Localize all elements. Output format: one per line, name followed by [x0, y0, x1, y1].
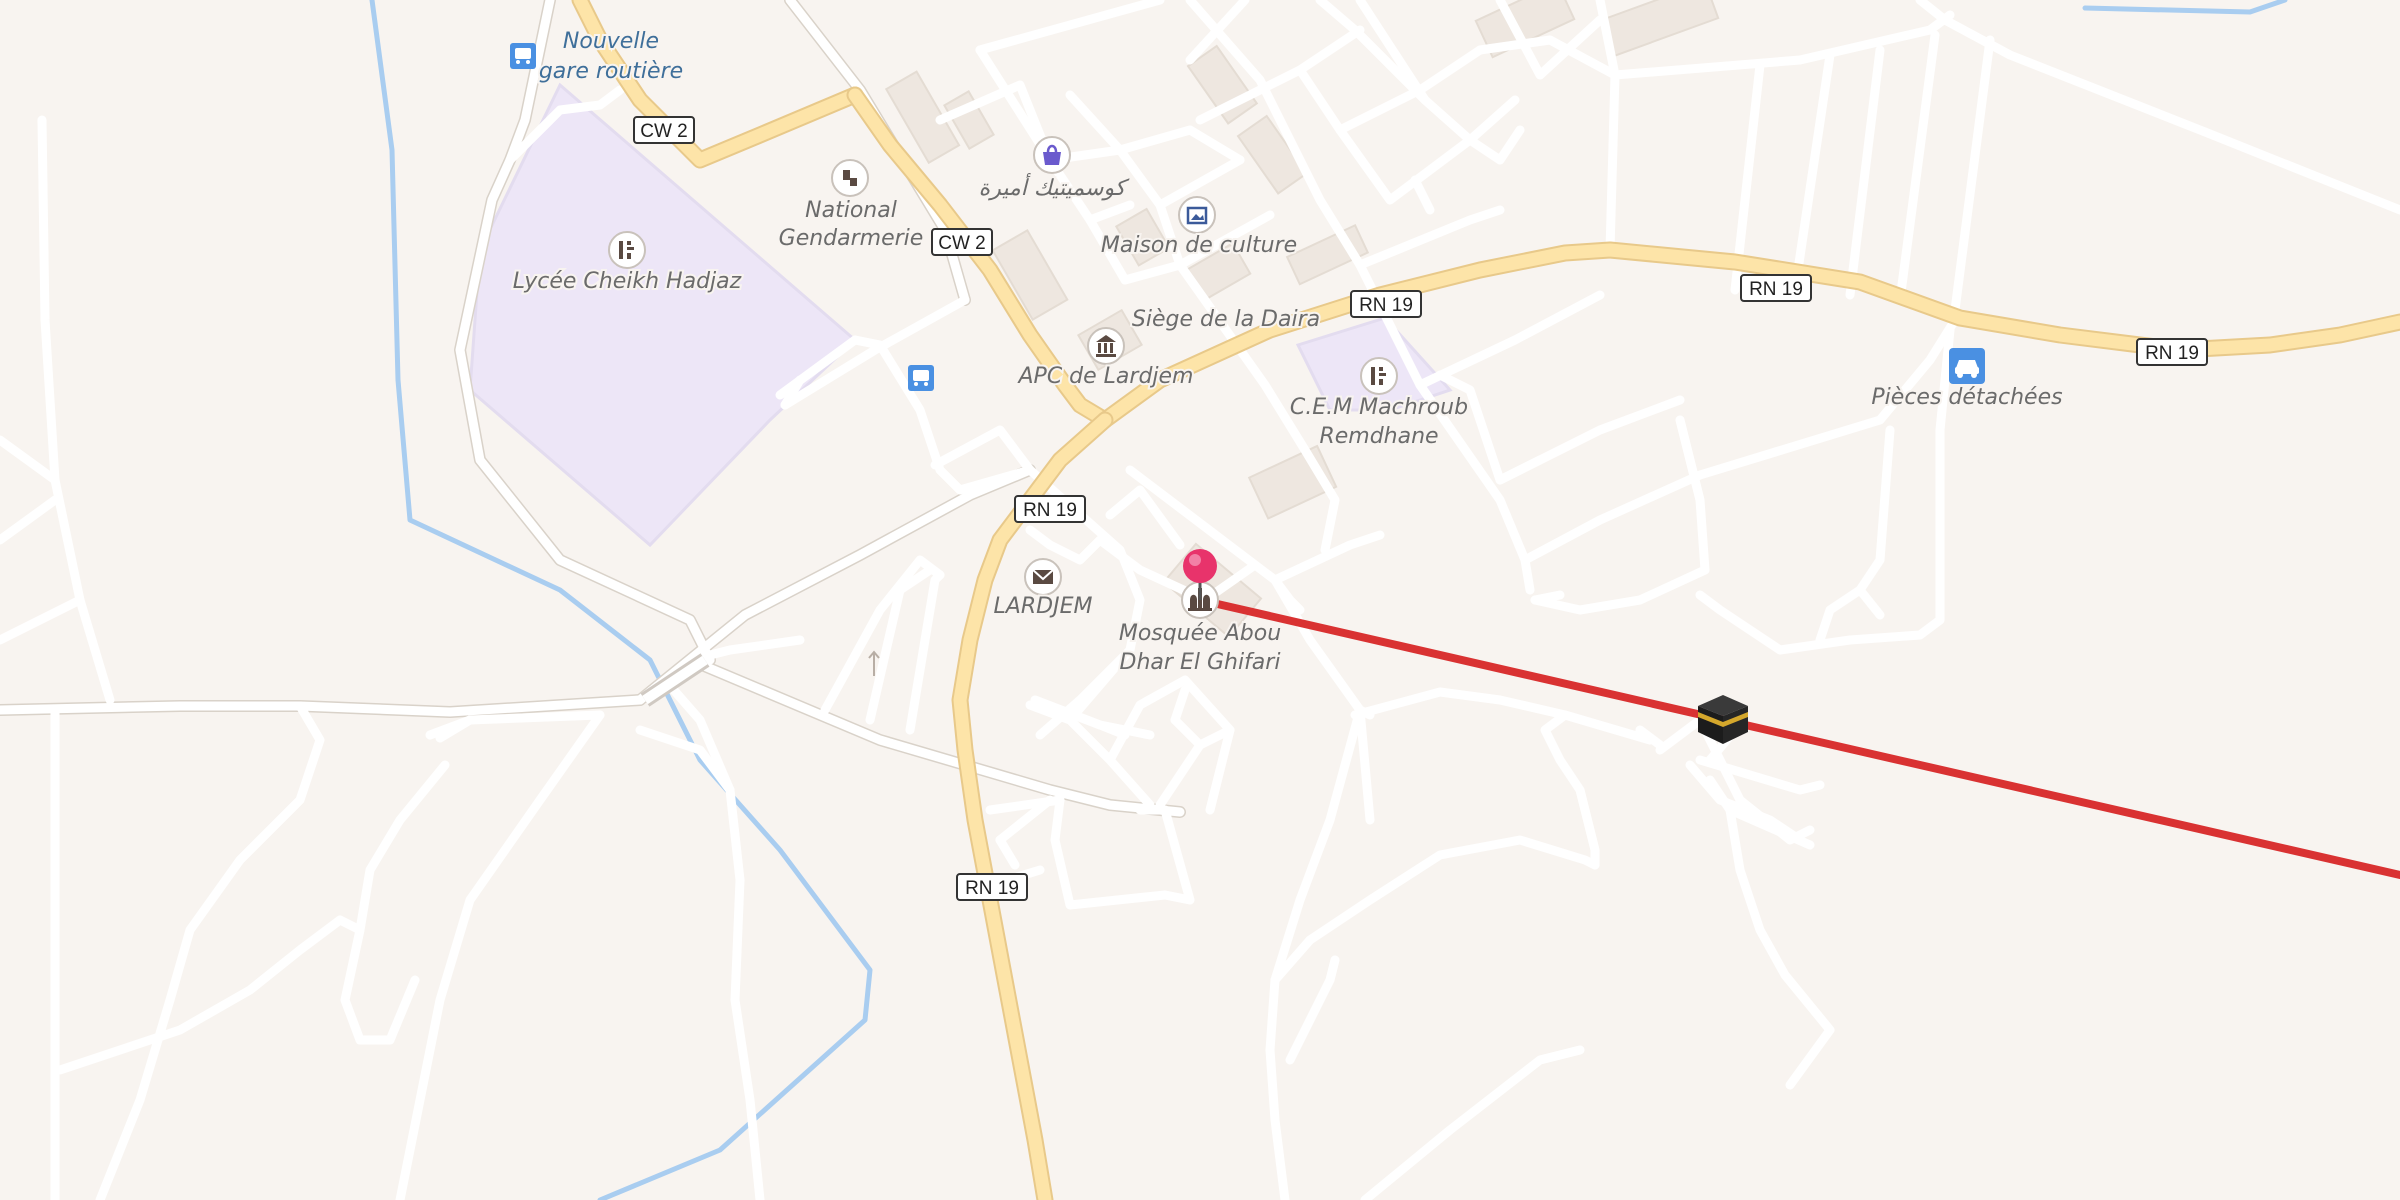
- road-shield: RN 19: [1350, 290, 1422, 318]
- road-shield: RN 19: [1014, 495, 1086, 523]
- svg-text:RN 19: RN 19: [1359, 295, 1413, 316]
- svg-text:CW 2: CW 2: [938, 233, 986, 254]
- road-shield: RN 19: [956, 873, 1028, 901]
- svg-text:CW 2: CW 2: [640, 121, 688, 142]
- poi-label-gendarmerie[interactable]: Gendarmerie: [777, 224, 926, 253]
- poi-label-shop[interactable]: كوسميتيك أميرة: [977, 171, 1132, 203]
- poi-label-maison-culture[interactable]: Maison de culture: [1099, 231, 1299, 260]
- road-shield: CW 2: [633, 116, 695, 144]
- school-icon[interactable]: [608, 231, 646, 269]
- townhall-icon[interactable]: [1087, 327, 1125, 365]
- lycee-grounds: [468, 82, 858, 548]
- envelope-icon[interactable]: [1024, 558, 1062, 596]
- svg-text:RN 19: RN 19: [965, 878, 1019, 899]
- poi-label-apc[interactable]: APC de Lardjem: [1015, 362, 1196, 391]
- poi-label-mosque[interactable]: Mosquée Abou: [1117, 619, 1283, 648]
- road-shield: RN 19: [1740, 274, 1812, 302]
- poi-label-bus-station[interactable]: Nouvelle: [561, 27, 661, 56]
- svg-text:RN 19: RN 19: [1023, 500, 1077, 521]
- poi-label-bus-station[interactable]: gare routière: [537, 57, 685, 86]
- poi-label-cem[interactable]: C.E.M Machroub: [1288, 393, 1470, 422]
- poi-label-gendarmerie[interactable]: National: [803, 196, 899, 225]
- bus-icon[interactable]: [908, 365, 934, 391]
- poi-label-pieces[interactable]: Pièces détachées: [1869, 383, 2064, 412]
- gallery-icon[interactable]: [1178, 196, 1216, 234]
- poi-label-post[interactable]: LARDJEM: [992, 592, 1095, 621]
- bus-icon[interactable]: [510, 43, 536, 69]
- poi-label-cem[interactable]: Remdhane: [1317, 422, 1440, 451]
- shopping-bag-icon[interactable]: [1033, 136, 1071, 174]
- car-icon[interactable]: [1949, 348, 1985, 384]
- road-shield: RN 19: [2136, 338, 2208, 366]
- map-canvas[interactable]: CW 2 CW 2 RN 19 RN 19 RN 19 RN 19 RN 19: [0, 0, 2400, 1200]
- svg-text:RN 19: RN 19: [2145, 343, 2199, 364]
- poi-label-mosque[interactable]: Dhar El Ghifari: [1118, 648, 1283, 677]
- police-icon[interactable]: [831, 159, 869, 197]
- road-shield: CW 2: [931, 228, 993, 256]
- poi-label-lycee[interactable]: Lycée Cheikh Hadjaz: [511, 267, 744, 296]
- school-icon[interactable]: [1360, 357, 1398, 395]
- poi-label-siege-daira[interactable]: Siège de la Daira: [1130, 305, 1322, 334]
- svg-text:RN 19: RN 19: [1749, 279, 1803, 300]
